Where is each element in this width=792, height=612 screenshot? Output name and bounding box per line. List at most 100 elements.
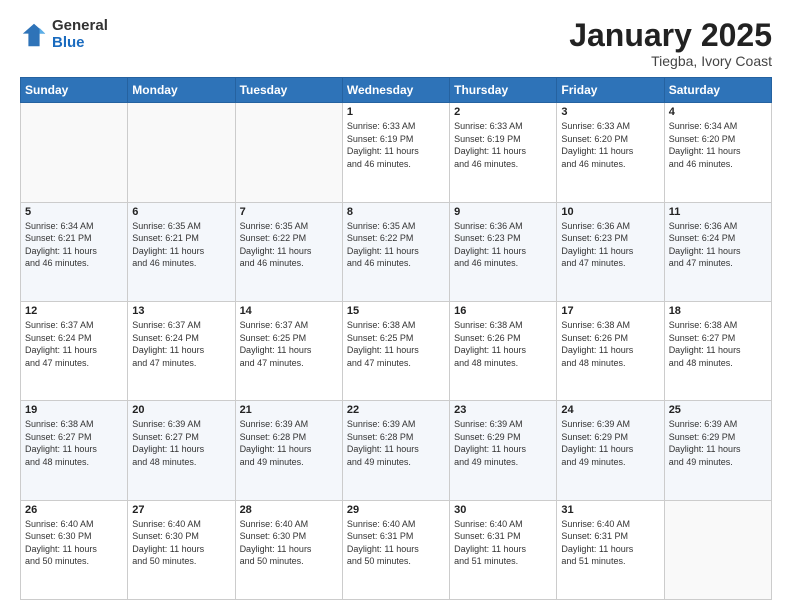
day-info: Sunrise: 6:36 AM Sunset: 6:24 PM Dayligh… (669, 220, 767, 270)
day-number: 13 (132, 305, 230, 317)
day-info: Sunrise: 6:33 AM Sunset: 6:19 PM Dayligh… (347, 120, 445, 170)
calendar-cell: 2 Sunrise: 6:33 AM Sunset: 6:19 PM Daylig… (450, 103, 557, 202)
calendar-cell: 16Sunrise: 6:38 AM Sunset: 6:26 PM Dayli… (450, 301, 557, 400)
day-number: 8 (347, 206, 445, 218)
calendar-cell: 8 Sunrise: 6:35 AM Sunset: 6:22 PM Daylig… (342, 202, 449, 301)
day-info: Sunrise: 6:40 AM Sunset: 6:31 PM Dayligh… (454, 518, 552, 568)
day-info: Sunrise: 6:40 AM Sunset: 6:31 PM Dayligh… (561, 518, 659, 568)
day-header-monday: Monday (128, 78, 235, 103)
calendar-cell: 22 Sunrise: 6:39 AM Sunset: 6:28 PM Dayli… (342, 401, 449, 500)
title-location: Tiegba, Ivory Coast (569, 53, 772, 69)
day-number: 2 (454, 106, 552, 118)
day-number: 19 (25, 404, 123, 416)
day-info: Sunrise: 6:39 AM Sunset: 6:28 PM Dayligh… (240, 418, 338, 468)
calendar-cell: 12 Sunrise: 6:37 AM Sunset: 6:24 PM Dayli… (21, 301, 128, 400)
day-number: 17 (561, 305, 659, 317)
day-number: 11 (669, 206, 767, 218)
day-info: Sunrise: 6:35 AM Sunset: 6:22 PM Dayligh… (347, 220, 445, 270)
day-info: Sunrise: 6:34 AM Sunset: 6:21 PM Dayligh… (25, 220, 123, 270)
calendar-cell: 24Sunrise: 6:39 AM Sunset: 6:29 PM Dayli… (557, 401, 664, 500)
week-row-4: 19Sunrise: 6:38 AM Sunset: 6:27 PM Dayli… (21, 401, 772, 500)
calendar-cell: 15 Sunrise: 6:38 AM Sunset: 6:25 PM Dayli… (342, 301, 449, 400)
day-info: Sunrise: 6:38 AM Sunset: 6:25 PM Dayligh… (347, 319, 445, 369)
day-header-tuesday: Tuesday (235, 78, 342, 103)
calendar-cell: 9Sunrise: 6:36 AM Sunset: 6:23 PM Daylig… (450, 202, 557, 301)
day-number: 20 (132, 404, 230, 416)
day-number: 25 (669, 404, 767, 416)
calendar-cell: 14 Sunrise: 6:37 AM Sunset: 6:25 PM Dayli… (235, 301, 342, 400)
day-number: 14 (240, 305, 338, 317)
day-info: Sunrise: 6:39 AM Sunset: 6:29 PM Dayligh… (454, 418, 552, 468)
calendar-cell: 11 Sunrise: 6:36 AM Sunset: 6:24 PM Dayli… (664, 202, 771, 301)
calendar-body: 1Sunrise: 6:33 AM Sunset: 6:19 PM Daylig… (21, 103, 772, 600)
calendar-cell: 3 Sunrise: 6:33 AM Sunset: 6:20 PM Daylig… (557, 103, 664, 202)
calendar-cell: 28 Sunrise: 6:40 AM Sunset: 6:30 PM Dayli… (235, 500, 342, 599)
day-number: 3 (561, 106, 659, 118)
day-info: Sunrise: 6:37 AM Sunset: 6:24 PM Dayligh… (25, 319, 123, 369)
calendar-cell: 6Sunrise: 6:35 AM Sunset: 6:21 PM Daylig… (128, 202, 235, 301)
logo-icon (20, 21, 48, 49)
day-info: Sunrise: 6:40 AM Sunset: 6:30 PM Dayligh… (132, 518, 230, 568)
calendar-table: SundayMondayTuesdayWednesdayThursdayFrid… (20, 77, 772, 600)
calendar-cell: 23 Sunrise: 6:39 AM Sunset: 6:29 PM Dayli… (450, 401, 557, 500)
day-number: 5 (25, 206, 123, 218)
day-info: Sunrise: 6:38 AM Sunset: 6:27 PM Dayligh… (669, 319, 767, 369)
day-header-sunday: Sunday (21, 78, 128, 103)
calendar-cell: 18 Sunrise: 6:38 AM Sunset: 6:27 PM Dayli… (664, 301, 771, 400)
day-header-saturday: Saturday (664, 78, 771, 103)
day-number: 31 (561, 504, 659, 516)
day-header-wednesday: Wednesday (342, 78, 449, 103)
calendar-cell: 20 Sunrise: 6:39 AM Sunset: 6:27 PM Dayli… (128, 401, 235, 500)
day-info: Sunrise: 6:40 AM Sunset: 6:31 PM Dayligh… (347, 518, 445, 568)
day-number: 18 (669, 305, 767, 317)
day-info: Sunrise: 6:34 AM Sunset: 6:20 PM Dayligh… (669, 120, 767, 170)
week-row-5: 26 Sunrise: 6:40 AM Sunset: 6:30 PM Dayli… (21, 500, 772, 599)
calendar-cell: 27 Sunrise: 6:40 AM Sunset: 6:30 PM Dayli… (128, 500, 235, 599)
day-number: 29 (347, 504, 445, 516)
calendar-header: SundayMondayTuesdayWednesdayThursdayFrid… (21, 78, 772, 103)
day-info: Sunrise: 6:39 AM Sunset: 6:27 PM Dayligh… (132, 418, 230, 468)
header: General Blue January 2025 Tiegba, Ivory … (20, 18, 772, 69)
calendar-cell: 26Sunrise: 6:40 AM Sunset: 6:30 PM Dayli… (21, 500, 128, 599)
day-info: Sunrise: 6:33 AM Sunset: 6:20 PM Dayligh… (561, 120, 659, 170)
day-info: Sunrise: 6:37 AM Sunset: 6:24 PM Dayligh… (132, 319, 230, 369)
calendar-cell: 25 Sunrise: 6:39 AM Sunset: 6:29 PM Dayli… (664, 401, 771, 500)
calendar-cell (664, 500, 771, 599)
day-number: 21 (240, 404, 338, 416)
day-number: 16 (454, 305, 552, 317)
title-block: January 2025 Tiegba, Ivory Coast (569, 18, 772, 69)
logo-blue-text: Blue (52, 35, 108, 52)
day-number: 12 (25, 305, 123, 317)
calendar-cell: 7Sunrise: 6:35 AM Sunset: 6:22 PM Daylig… (235, 202, 342, 301)
day-number: 6 (132, 206, 230, 218)
calendar-cell: 4 Sunrise: 6:34 AM Sunset: 6:20 PM Daylig… (664, 103, 771, 202)
calendar-cell: 17 Sunrise: 6:38 AM Sunset: 6:26 PM Dayli… (557, 301, 664, 400)
day-info: Sunrise: 6:38 AM Sunset: 6:26 PM Dayligh… (561, 319, 659, 369)
logo: General Blue (20, 18, 108, 51)
day-info: Sunrise: 6:37 AM Sunset: 6:25 PM Dayligh… (240, 319, 338, 369)
day-number: 26 (25, 504, 123, 516)
day-info: Sunrise: 6:39 AM Sunset: 6:29 PM Dayligh… (669, 418, 767, 468)
day-number: 15 (347, 305, 445, 317)
day-number: 10 (561, 206, 659, 218)
day-number: 4 (669, 106, 767, 118)
week-row-2: 5 Sunrise: 6:34 AM Sunset: 6:21 PM Daylig… (21, 202, 772, 301)
day-number: 22 (347, 404, 445, 416)
calendar-cell (128, 103, 235, 202)
calendar-cell: 19Sunrise: 6:38 AM Sunset: 6:27 PM Dayli… (21, 401, 128, 500)
day-info: Sunrise: 6:36 AM Sunset: 6:23 PM Dayligh… (454, 220, 552, 270)
day-info: Sunrise: 6:39 AM Sunset: 6:28 PM Dayligh… (347, 418, 445, 468)
day-info: Sunrise: 6:33 AM Sunset: 6:19 PM Dayligh… (454, 120, 552, 170)
day-header-friday: Friday (557, 78, 664, 103)
day-number: 24 (561, 404, 659, 416)
day-number: 27 (132, 504, 230, 516)
calendar-cell: 21 Sunrise: 6:39 AM Sunset: 6:28 PM Dayli… (235, 401, 342, 500)
day-number: 30 (454, 504, 552, 516)
day-number: 7 (240, 206, 338, 218)
calendar-cell: 1Sunrise: 6:33 AM Sunset: 6:19 PM Daylig… (342, 103, 449, 202)
day-number: 28 (240, 504, 338, 516)
days-header-row: SundayMondayTuesdayWednesdayThursdayFrid… (21, 78, 772, 103)
day-info: Sunrise: 6:40 AM Sunset: 6:30 PM Dayligh… (240, 518, 338, 568)
day-number: 23 (454, 404, 552, 416)
day-info: Sunrise: 6:36 AM Sunset: 6:23 PM Dayligh… (561, 220, 659, 270)
